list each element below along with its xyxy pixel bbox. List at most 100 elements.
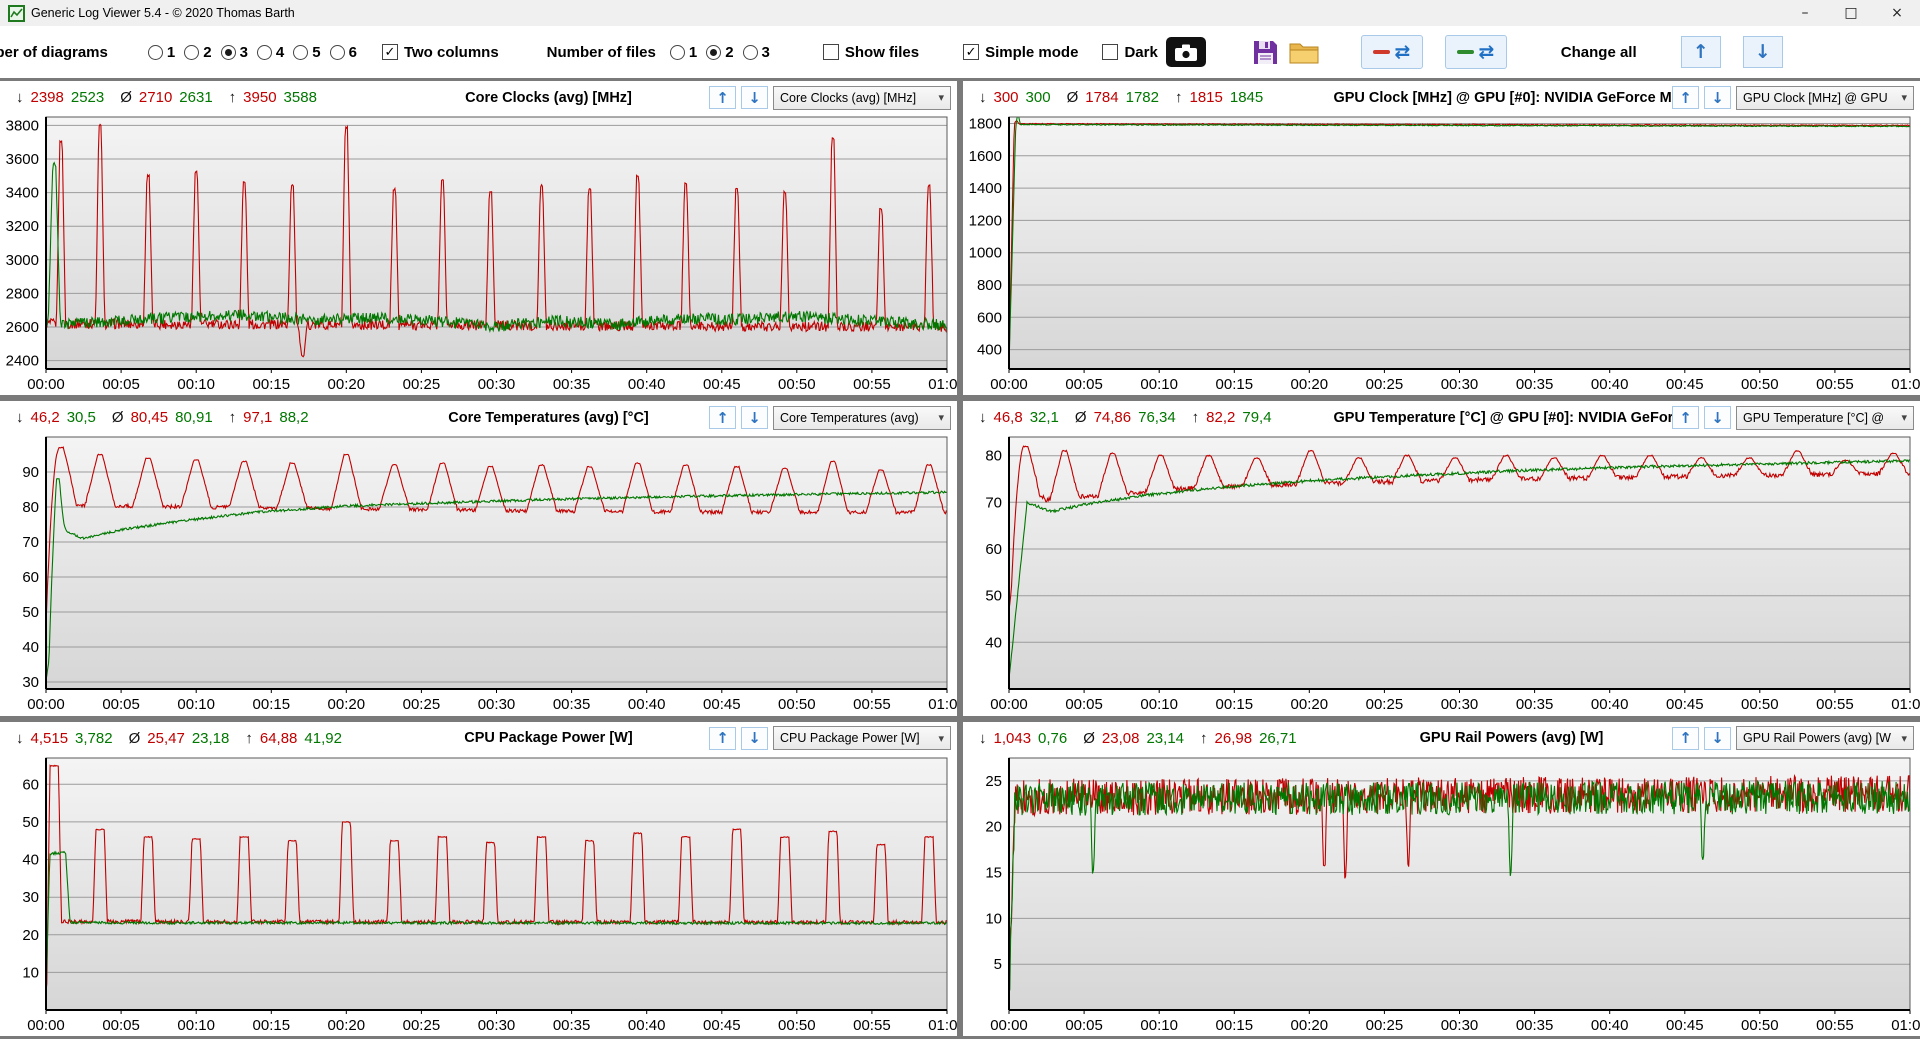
- change-all-up-button[interactable]: ↑: [1680, 36, 1721, 68]
- chart-plot-svg: 30 40 50 60 70 80 90 00:00 00:05 00:10 00:15 00:20 0…: [22, 436, 957, 713]
- chevron-down-icon: ▾: [938, 91, 944, 104]
- stat-avg-green: 80,91: [175, 409, 213, 427]
- svg-text:00:50: 00:50: [778, 1017, 816, 1034]
- svg-text:00:15: 00:15: [1216, 376, 1254, 393]
- svg-text:01:00: 01:00: [928, 376, 957, 393]
- radio-diagrams-3[interactable]: 3: [220, 44, 248, 61]
- radio-label: 4: [275, 43, 285, 61]
- two-columns-checkbox[interactable]: ✓ Two columns: [381, 44, 499, 61]
- show-files-checkbox[interactable]: Show files: [822, 44, 919, 61]
- svg-text:00:30: 00:30: [1441, 696, 1479, 713]
- move-chart-up-button[interactable]: ↑: [1672, 86, 1699, 109]
- svg-text:3600: 3600: [6, 151, 39, 168]
- close-button[interactable]: ×: [1874, 0, 1920, 26]
- open-file-button[interactable]: [1289, 40, 1319, 64]
- minimize-button[interactable]: –: [1782, 0, 1828, 26]
- stat-avg-red: 25,47: [147, 729, 185, 747]
- svg-text:00:25: 00:25: [403, 376, 441, 393]
- stat-avg-red: 2710: [138, 89, 173, 106]
- reload-file2-button[interactable]: ⇄: [1444, 35, 1507, 69]
- svg-text:01:00: 01:00: [928, 1017, 957, 1034]
- radio-diagrams-2[interactable]: 2: [184, 44, 212, 61]
- svg-text:80: 80: [985, 448, 1002, 465]
- stat-avg-green: 23,14: [1146, 729, 1185, 747]
- move-chart-up-button[interactable]: ↑: [709, 86, 736, 109]
- radio-circle-checked: [706, 44, 722, 60]
- svg-text:10: 10: [985, 910, 1002, 927]
- move-chart-down-button[interactable]: ↓: [741, 86, 768, 109]
- max-symbol: ↑: [1200, 729, 1208, 747]
- svg-text:00:40: 00:40: [628, 376, 666, 393]
- move-chart-down-button[interactable]: ↓: [1704, 86, 1731, 109]
- radio-diagrams-6[interactable]: 6: [329, 43, 357, 61]
- stat-avg-red: 1784: [1085, 89, 1119, 106]
- svg-text:20: 20: [985, 818, 1002, 835]
- svg-text:00:05: 00:05: [102, 376, 140, 393]
- radio-diagrams-4[interactable]: 4: [256, 43, 285, 61]
- save-button[interactable]: [1252, 39, 1279, 66]
- chart-stats: ↓ 4,515 3,782 Ø 25,47 23,18 ↑ 64,88 41,92: [16, 730, 342, 747]
- checkbox-checked: ✓: [963, 44, 980, 60]
- move-chart-down-button[interactable]: ↓: [741, 406, 768, 430]
- svg-text:00:05: 00:05: [1065, 1017, 1103, 1034]
- svg-text:01:00: 01:00: [1891, 696, 1920, 713]
- move-chart-down-button[interactable]: ↓: [1704, 406, 1731, 430]
- svg-text:00:20: 00:20: [1291, 1017, 1329, 1034]
- camera-icon: [1174, 44, 1197, 61]
- svg-text:00:30: 00:30: [478, 696, 516, 713]
- svg-text:00:45: 00:45: [703, 376, 741, 393]
- screenshot-button[interactable]: [1165, 37, 1206, 67]
- svg-text:00:35: 00:35: [1516, 376, 1554, 393]
- move-chart-up-button[interactable]: ↑: [709, 726, 736, 750]
- metric-dropdown[interactable]: Core Temperatures (avg) ▾: [773, 405, 951, 430]
- stat-avg-red: 74,86: [1093, 409, 1132, 427]
- metric-dropdown[interactable]: GPU Temperature [°C] @ ▾: [1736, 405, 1914, 430]
- checkbox-label: Simple mode: [985, 43, 1079, 61]
- svg-text:00:00: 00:00: [990, 696, 1028, 713]
- radio-diagrams-1[interactable]: 1: [147, 44, 175, 61]
- avg-symbol: Ø: [1083, 729, 1095, 747]
- svg-text:00:25: 00:25: [1366, 696, 1404, 713]
- svg-text:01:00: 01:00: [1891, 1017, 1920, 1034]
- svg-text:00:25: 00:25: [1366, 1017, 1404, 1034]
- move-chart-down-button[interactable]: ↓: [1704, 726, 1731, 750]
- stat-min-red: 4,515: [30, 729, 69, 747]
- dark-mode-checkbox[interactable]: Dark: [1102, 44, 1158, 61]
- avg-symbol: Ø: [128, 729, 141, 747]
- svg-text:00:20: 00:20: [328, 1017, 366, 1034]
- move-chart-up-button[interactable]: ↑: [1672, 406, 1699, 430]
- svg-text:00:00: 00:00: [990, 376, 1028, 393]
- chevron-down-icon: ▾: [938, 731, 944, 745]
- svg-text:00:30: 00:30: [1441, 1017, 1479, 1034]
- metric-dropdown[interactable]: Core Clocks (avg) [MHz] ▾: [773, 85, 951, 110]
- move-chart-up-button[interactable]: ↑: [1672, 726, 1699, 750]
- radio-files-1[interactable]: 1: [669, 44, 697, 61]
- svg-text:00:50: 00:50: [1741, 376, 1779, 393]
- radio-files-2[interactable]: 2: [706, 43, 734, 61]
- down-arrow-icon: ↓: [748, 729, 761, 748]
- stat-max-red: 64,88: [259, 729, 298, 747]
- svg-text:3000: 3000: [6, 252, 39, 269]
- maximize-button[interactable]: □: [1828, 0, 1874, 26]
- svg-text:00:20: 00:20: [328, 696, 366, 713]
- chart-area: 5 10 15 20 25 00:00 00:05 00:10 00:15 00:20 00:25 0…: [963, 752, 1920, 1036]
- simple-mode-checkbox[interactable]: ✓ Simple mode: [963, 44, 1078, 61]
- reload-file1-button[interactable]: ⇄: [1360, 35, 1423, 69]
- move-chart-up-button[interactable]: ↑: [709, 406, 736, 430]
- svg-text:00:20: 00:20: [1291, 376, 1329, 393]
- min-symbol: ↓: [16, 729, 24, 747]
- radio-files-3[interactable]: 3: [742, 44, 770, 61]
- svg-text:00:10: 00:10: [1140, 1017, 1178, 1034]
- radio-diagrams-5[interactable]: 5: [293, 44, 321, 61]
- stat-avg-green: 1782: [1125, 89, 1159, 106]
- metric-dropdown[interactable]: GPU Clock [MHz] @ GPU ▾: [1736, 85, 1914, 110]
- chevron-down-icon: ▾: [1901, 411, 1907, 425]
- move-chart-down-button[interactable]: ↓: [741, 726, 768, 750]
- metric-dropdown[interactable]: CPU Package Power [W] ▾: [773, 726, 951, 751]
- radio-label: 6: [348, 43, 357, 61]
- stat-min-green: 2523: [70, 89, 105, 106]
- radio-label: 2: [725, 43, 734, 61]
- svg-text:00:30: 00:30: [478, 376, 516, 393]
- metric-dropdown[interactable]: GPU Rail Powers (avg) [W ▾: [1736, 726, 1914, 751]
- change-all-down-button[interactable]: ↓: [1742, 36, 1783, 68]
